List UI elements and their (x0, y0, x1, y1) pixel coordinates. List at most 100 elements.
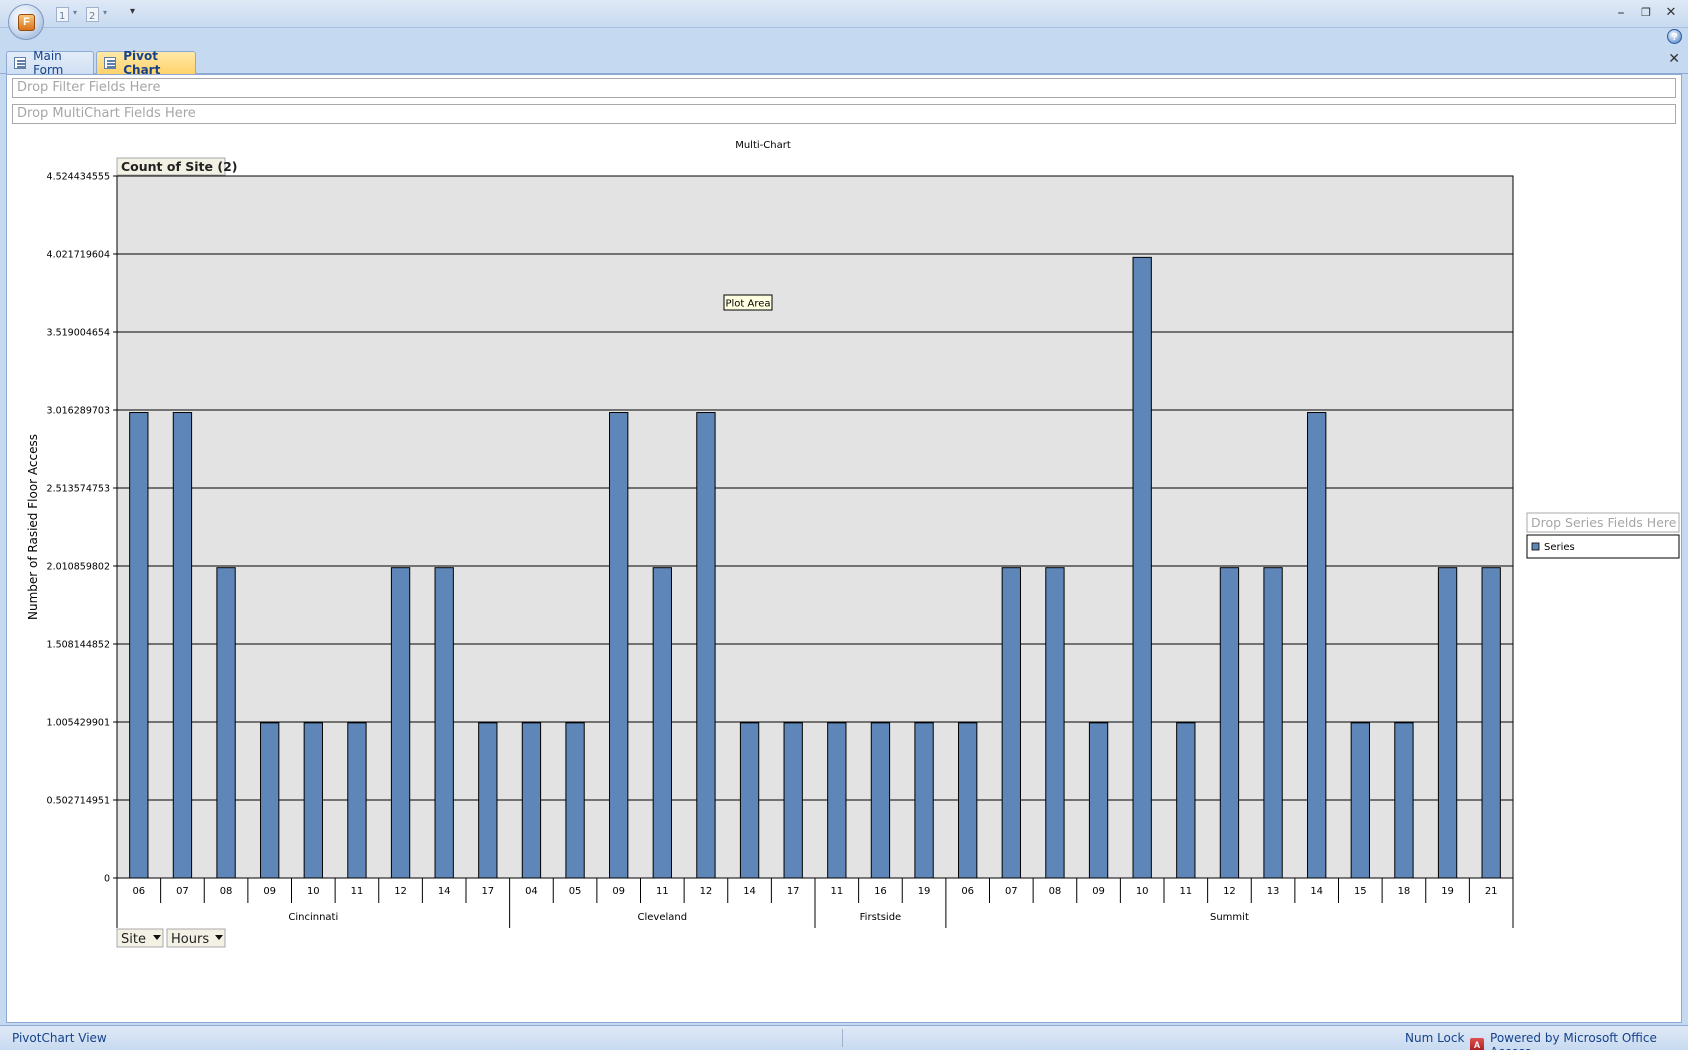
chevron-down-icon: ▾ (72, 8, 77, 17)
office-button[interactable]: F (8, 4, 44, 40)
close-document-icon[interactable]: ✕ (1668, 51, 1680, 67)
bar[interactable] (347, 722, 367, 879)
x-tick-label: 07 (176, 886, 189, 897)
document-tab-bar: Main Form Pivot Chart ✕ (0, 46, 1688, 77)
tab-pivot-chart[interactable]: Pivot Chart (96, 49, 196, 77)
bar[interactable] (216, 567, 236, 879)
bar[interactable] (303, 722, 323, 879)
x-tick-label: 05 (569, 886, 582, 897)
bar[interactable] (521, 722, 542, 879)
x-axis: 06 07 08 09 10 11 12 14 17 Cincinnati 04 05 09 11 12 14… (116, 878, 1514, 928)
bar[interactable] (1394, 722, 1414, 879)
pivot-chart[interactable]: Multi-Chart Count of Site (2) 0 0.5027149… (7, 129, 1681, 999)
form-icon (104, 57, 117, 69)
y-tick-label: 3.519004654 (47, 328, 110, 339)
pivot-chart-document: Drop Filter Fields Here Drop MultiChart … (6, 74, 1682, 1023)
bar[interactable] (260, 722, 280, 879)
x-tick-label: 09 (263, 886, 276, 897)
bar[interactable] (870, 722, 891, 879)
x-tick-label: 09 (1092, 886, 1105, 897)
bar[interactable] (1307, 412, 1327, 879)
plot-area[interactable] (116, 175, 1514, 879)
qat-keytip: 2 (89, 11, 96, 22)
x-tick-label: 18 (1398, 886, 1411, 897)
help-icon[interactable]: ? (1667, 29, 1682, 44)
status-powered-by: A Powered by Microsoft Office Access (1470, 1031, 1688, 1050)
bar[interactable] (739, 722, 760, 879)
plot-area-tooltip: Plot Area (725, 299, 770, 310)
x-tick-label: 04 (525, 886, 538, 897)
x-tick-label: 21 (1485, 886, 1498, 897)
x-tick-label: 12 (1223, 886, 1236, 897)
y-tick-label: 3.016289703 (47, 406, 110, 417)
x-tick-label: 11 (1179, 886, 1192, 897)
y-axis-title: Number of Rasied Floor Access (26, 434, 40, 620)
bar[interactable] (565, 722, 585, 879)
bar[interactable] (1088, 722, 1109, 879)
x-tick-label: 14 (1310, 886, 1323, 897)
x-tick-label: 06 (961, 886, 974, 897)
tab-main-form[interactable]: Main Form (6, 49, 94, 77)
x-group-label: Cincinnati (288, 912, 338, 923)
status-view-mode: PivotChart View (12, 1031, 107, 1045)
bar[interactable] (1263, 567, 1283, 879)
status-powered-text: Powered by Microsoft Office Access (1490, 1031, 1657, 1050)
bar[interactable] (1001, 567, 1021, 879)
y-tick-label: 4.021719604 (47, 250, 110, 261)
customize-qat-icon[interactable]: ▾ (130, 6, 135, 17)
y-tick-label: 4.524434555 (47, 172, 110, 183)
chevron-down-icon: ▾ (102, 8, 107, 17)
bar[interactable] (827, 722, 847, 879)
bar[interactable] (1176, 722, 1196, 879)
x-tick-label: 15 (1354, 886, 1367, 897)
restore-button[interactable]: ❐ (1635, 4, 1657, 22)
bar[interactable] (172, 412, 193, 879)
bar[interactable] (1045, 567, 1065, 879)
legend-entry: Series (1544, 542, 1575, 553)
multichart-dropzone[interactable]: Drop MultiChart Fields Here (12, 104, 1676, 124)
bar[interactable] (609, 412, 629, 879)
bar[interactable] (652, 567, 672, 879)
status-num-lock: Num Lock (1405, 1031, 1465, 1045)
x-tick-label: 17 (481, 886, 494, 897)
x-tick-label: 19 (918, 886, 931, 897)
x-tick-label: 14 (438, 886, 451, 897)
x-tick-label: 11 (656, 886, 669, 897)
x-group-label: Firstside (860, 912, 902, 923)
bar[interactable] (1350, 722, 1370, 879)
filter-dropzone[interactable]: Drop Filter Fields Here (12, 78, 1676, 98)
series-dropzone-label: Drop Series Fields Here (1531, 515, 1677, 530)
bar[interactable] (958, 722, 978, 879)
bar[interactable] (1437, 567, 1458, 879)
chart-title: Multi-Chart (735, 140, 791, 151)
y-tick-label: 2.513574753 (47, 484, 110, 495)
bar[interactable] (914, 722, 934, 879)
minimize-button[interactable]: – (1610, 4, 1632, 22)
bar[interactable] (783, 722, 803, 879)
office-logo-icon: F (18, 14, 35, 31)
bar[interactable] (129, 412, 149, 879)
qat-redo-button[interactable]: 2 ▾ (84, 6, 107, 24)
data-field-button[interactable]: Count of Site (2) (121, 159, 237, 174)
bar[interactable] (1481, 567, 1501, 879)
form-icon (14, 57, 27, 69)
bar[interactable] (478, 722, 498, 879)
bar[interactable] (1219, 567, 1240, 879)
x-tick-label: 12 (700, 886, 713, 897)
y-tick-label: 1.508144852 (47, 640, 110, 651)
bar[interactable] (434, 567, 454, 879)
hours-field-label: Hours (171, 932, 209, 947)
bar[interactable] (696, 412, 716, 879)
x-tick-label: 17 (787, 886, 800, 897)
x-tick-label: 10 (1136, 886, 1149, 897)
bar[interactable] (1132, 256, 1152, 879)
qat-undo-button[interactable]: 1 ▾ (54, 6, 77, 24)
close-button[interactable]: ✕ (1660, 4, 1682, 22)
tab-label: Main Form (33, 49, 64, 77)
x-tick-label: 19 (1441, 886, 1454, 897)
y-tick-label: 0 (104, 874, 110, 885)
tab-label: Pivot Chart (123, 49, 161, 77)
bar[interactable] (390, 567, 411, 879)
y-tick-label: 2.010859802 (47, 562, 110, 573)
x-tick-label: 07 (1005, 886, 1018, 897)
